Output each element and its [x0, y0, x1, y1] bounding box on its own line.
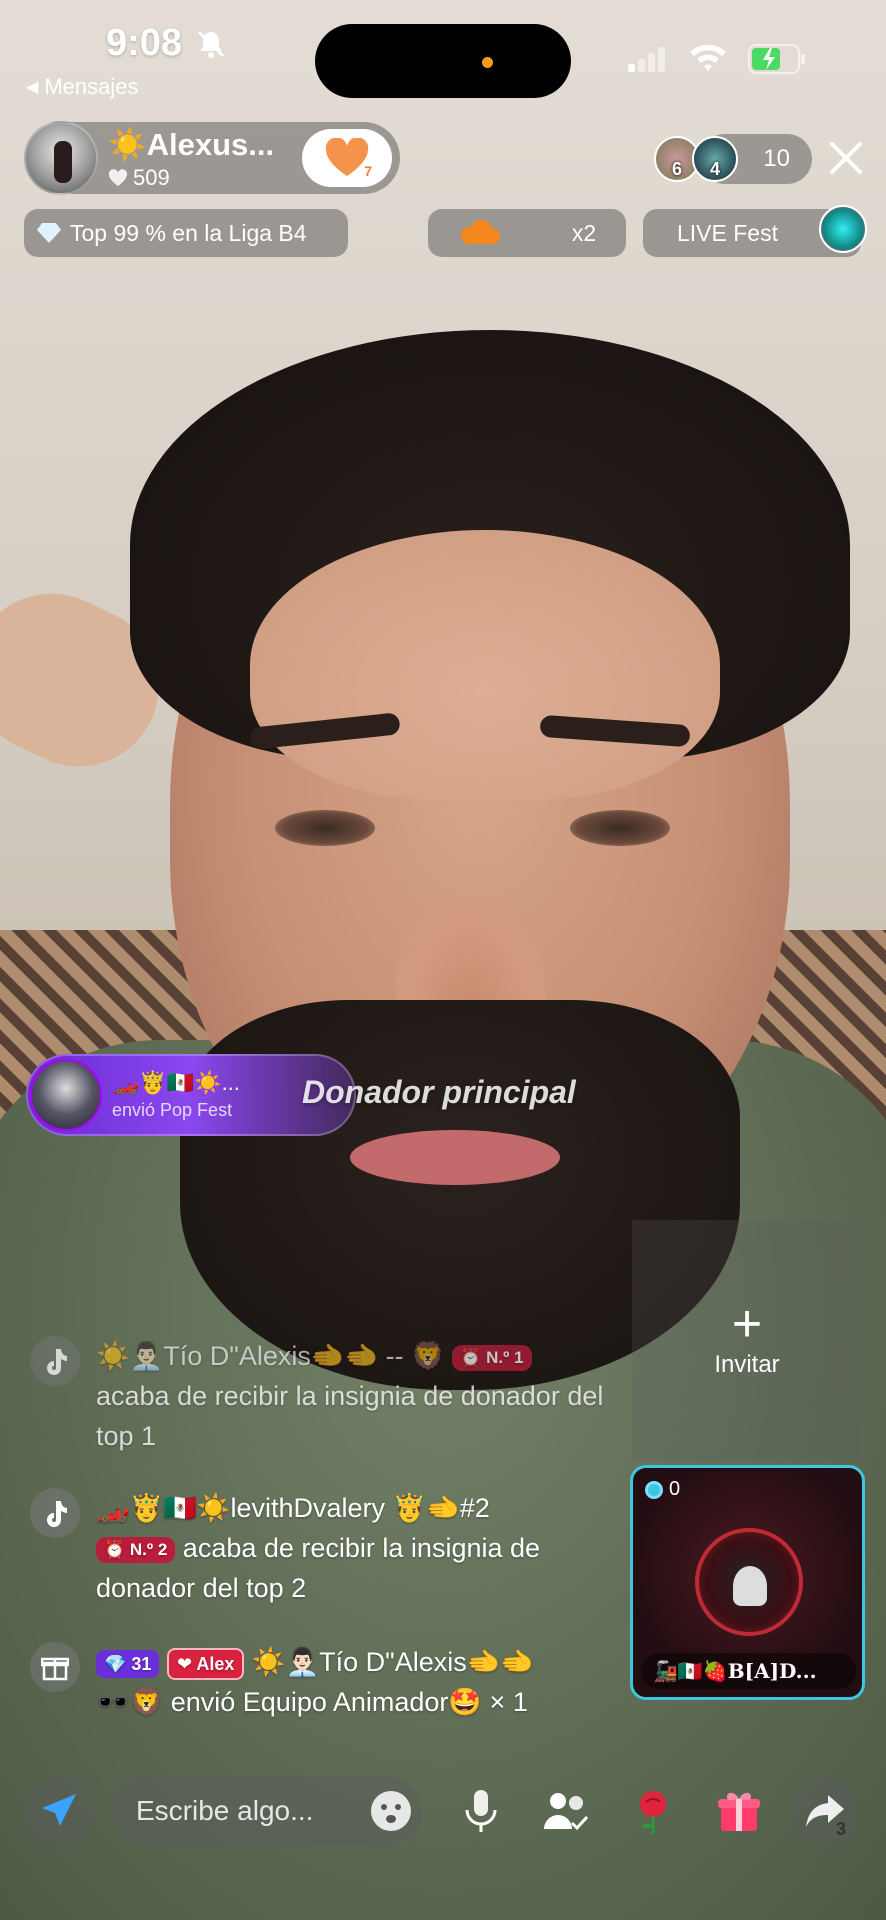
invite-guest-button[interactable]: + Invitar — [632, 1220, 862, 1460]
host-name: ☀️Alexus... — [108, 126, 275, 162]
gift-button[interactable] — [704, 1776, 774, 1846]
league-ranking-label: Top 99 % en la Liga B4 — [70, 219, 307, 246]
multiplier-pill[interactable]: x2 — [428, 209, 626, 257]
chat-text: acaba de recibir la insignia de donador … — [96, 1381, 604, 1451]
live-fest-label: LIVE Fest — [677, 219, 778, 246]
mute-icon — [197, 30, 225, 58]
chat-message[interactable]: 🏎️🤴🇲🇽☀️levithDvalery 🤴🫲#2 ⏰ N.º 2 acaba … — [30, 1488, 630, 1608]
face-icon — [371, 1791, 411, 1831]
chat-message[interactable]: ☀️👨🏻‍💼Tío D"Alexis🫲🫲 -- 🦁 ⏰ N.º 1 acaba … — [30, 1336, 630, 1456]
bottom-toolbar: Escribe algo... 3 — [0, 1776, 886, 1850]
heart-icon — [325, 138, 369, 176]
level-badge: 💎 31 — [96, 1649, 160, 1678]
donor-name: 🏎️🤴🇲🇽☀️... — [112, 1069, 240, 1095]
battery-icon — [748, 44, 805, 74]
viewer-avatar[interactable]: 4 — [692, 136, 738, 182]
guest-name: 🚂🇲🇽🍓B[A]D... — [641, 1653, 856, 1689]
signal-icon — [628, 47, 665, 72]
quick-message-button[interactable] — [24, 1776, 94, 1846]
donor-avatar — [30, 1059, 102, 1131]
viewer-rank: 4 — [709, 159, 720, 179]
donor-action: envió Pop Fest — [112, 1099, 233, 1120]
comment-placeholder: Escribe algo... — [136, 1795, 314, 1826]
guest-avatar — [695, 1528, 803, 1636]
guest-score: 0 — [669, 1478, 681, 1500]
microphone-button[interactable] — [446, 1776, 516, 1846]
follow-heart-button[interactable]: 7 — [302, 129, 392, 187]
league-ranking-pill[interactable]: Top 99 % en la Liga B4 — [24, 209, 348, 257]
back-link-label: Mensajes — [44, 74, 139, 99]
host-likes-count: 509 — [133, 164, 170, 190]
heart-icon — [108, 168, 128, 186]
follow-badge: 7 — [364, 163, 372, 179]
gift-icon — [30, 1642, 80, 1692]
viewer-rank: 6 — [671, 159, 682, 179]
invite-label: Invitar — [714, 1351, 780, 1378]
tiktok-icon — [30, 1336, 80, 1386]
live-fest-badge-icon — [819, 205, 867, 253]
host-profile-pill[interactable]: ☀️Alexus... 509 7 — [24, 121, 400, 195]
rose-gift-button[interactable] — [618, 1776, 688, 1846]
live-fest-pill[interactable]: LIVE Fest — [643, 205, 867, 257]
chat-sender: 🏎️🤴🇲🇽☀️levithDvalery 🤴🫲#2 — [96, 1493, 490, 1523]
mic-icon — [465, 1790, 497, 1832]
share-count: 3 — [835, 1819, 846, 1839]
tiktok-icon — [30, 1488, 80, 1538]
top-viewers[interactable]: 6 4 — [654, 136, 738, 182]
wifi-icon — [690, 44, 726, 71]
team-badge: ❤ Alex — [166, 1647, 245, 1680]
share-button[interactable]: 3 — [790, 1776, 860, 1846]
paper-plane-icon — [42, 1794, 76, 1826]
close-icon[interactable] — [826, 138, 866, 178]
plus-icon: + — [731, 1295, 763, 1353]
gift-icon — [718, 1792, 760, 1831]
guests-icon — [544, 1793, 589, 1831]
cloud-icon — [460, 220, 500, 244]
emoji-button[interactable] — [356, 1776, 426, 1846]
chat-message[interactable]: 💎 31 ❤ Alex ☀️👨🏻‍💼Tío D"Alexis🫲🫲 🕶️🦁 env… — [30, 1642, 630, 1722]
dynamic-island — [315, 24, 571, 98]
multiplier-label: x2 — [571, 219, 597, 246]
diamond-icon — [37, 223, 61, 243]
chat-sender: ☀️👨🏻‍💼Tío D"Alexis🫲🫲 — [251, 1647, 534, 1677]
rose-icon — [640, 1791, 666, 1834]
rank-badge: ⏰ N.º 2 — [96, 1536, 176, 1563]
rank-badge: ⏰ N.º 1 — [452, 1344, 532, 1371]
chat-sender: ☀️👨🏻‍💼Tío D"Alexis🫲🫲 -- 🦁 — [96, 1341, 445, 1371]
status-time: 9:08 — [106, 22, 183, 64]
host-avatar[interactable] — [24, 121, 98, 195]
guests-button[interactable] — [532, 1776, 602, 1846]
back-triangle-icon: ◀ — [26, 79, 39, 96]
chat-text: 🕶️🦁 envió Equipo Animador🤩 × 1 — [96, 1687, 528, 1717]
back-to-messages-link[interactable]: ◀ Mensajes — [26, 74, 138, 100]
guest-video-card[interactable]: 0 🚂🇲🇽🍓B[A]D... — [630, 1465, 865, 1700]
score-icon — [645, 1480, 663, 1499]
top-donor-title: Donador principal — [302, 1074, 576, 1110]
